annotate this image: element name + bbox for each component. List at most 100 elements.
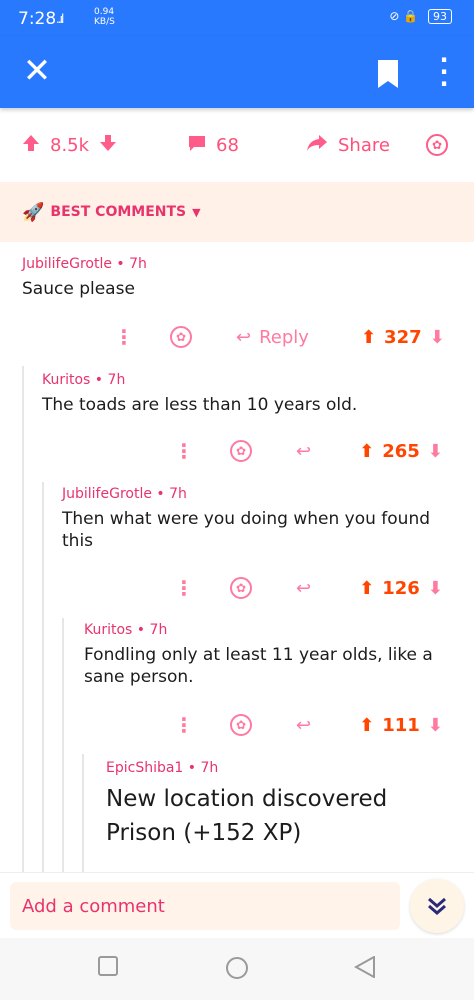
chevron-down-icon: ▼ — [192, 205, 201, 219]
status-time: 7:28 — [18, 9, 57, 29]
reply-button[interactable]: ↩ — [296, 578, 311, 599]
thread-line — [42, 482, 44, 872]
post-actions: 8.5k 68 Share ✿ — [0, 108, 474, 182]
comment-meta: Kuritos • 7h — [42, 372, 126, 388]
downvote-icon[interactable]: ⬇ — [428, 578, 443, 599]
double-chevron-down-icon[interactable] — [410, 879, 464, 933]
more-vertical-icon[interactable]: ⋮ — [174, 713, 194, 737]
comment-author[interactable]: EpicShiba1 — [106, 760, 183, 776]
share-label: Share — [338, 134, 390, 156]
downvote-icon[interactable]: ⬇ — [428, 441, 443, 462]
award-icon[interactable]: ✿ — [230, 714, 252, 736]
award-icon[interactable]: ✿ — [230, 440, 252, 462]
downvote-icon[interactable] — [99, 134, 117, 157]
back-icon[interactable] — [353, 955, 376, 984]
thread-line — [82, 754, 84, 872]
battery-icon: 93 — [428, 9, 452, 24]
more-vertical-icon[interactable]: ⋮ — [174, 576, 194, 600]
upvote-icon[interactable]: ⬆ — [359, 715, 374, 736]
system-nav-bar — [0, 938, 474, 1000]
comment-time: 7h — [129, 256, 147, 272]
comment-author[interactable]: JubilifeGrotle — [22, 256, 112, 272]
status-bar: 7:28 ..ıl 0.94 KB/S ⊘ 🔒 93 — [0, 0, 474, 36]
vote-score: 126 — [382, 577, 420, 599]
status-icons: ⊘ 🔒 93 — [389, 9, 452, 24]
comment-body: Fondling only at least 11 year olds, lik… — [84, 645, 433, 687]
reply-button[interactable]: ↩ Reply — [236, 327, 309, 348]
comment-actions: ⋮ ✿ ↩ Reply ⬆ 327 ⬇ — [114, 322, 458, 352]
recents-icon[interactable] — [98, 956, 118, 982]
comment: Kuritos • 7h The toads are less than 10 … — [42, 372, 462, 416]
comment-author[interactable]: Kuritos — [42, 372, 90, 388]
vote-score: 265 — [382, 440, 420, 462]
comment-time: 7h — [169, 486, 187, 502]
sort-bar[interactable]: 🚀 BEST COMMENTS ▼ — [0, 182, 474, 242]
comment-body: Then what were you doing when you found … — [62, 509, 431, 551]
signal-icon: ..ıl — [56, 12, 64, 26]
comment-actions: ⋮ ✿ ↩ ⬆ 111 ⬇ — [174, 710, 458, 740]
vote-group: ⬆ 265 ⬇ — [359, 441, 443, 462]
reply-button[interactable]: ↩ — [296, 715, 311, 736]
vote-group: ⬆ 126 ⬇ — [359, 578, 443, 599]
upvote-icon[interactable]: ⬆ — [359, 578, 374, 599]
comments-group[interactable]: 68 — [188, 134, 239, 157]
sort-label: BEST COMMENTS — [50, 204, 187, 220]
status-right-icons: ⊘ 🔒 — [389, 9, 419, 23]
comment-body: New location discovered Prison (+152 XP) — [106, 786, 388, 846]
comment: EpicShiba1 • 7h New location discovered … — [106, 760, 456, 850]
vote-score: 111 — [382, 714, 420, 736]
thread-line — [22, 366, 24, 872]
reply-icon: ↩ — [296, 440, 312, 462]
award-icon[interactable]: ✿ — [170, 326, 192, 348]
vote-score: 327 — [384, 326, 422, 348]
more-vertical-icon[interactable]: · · · — [434, 48, 454, 96]
reply-button[interactable]: ↩ — [296, 441, 311, 462]
award-icon[interactable]: ✿ — [230, 577, 252, 599]
vote-group: ⬆ 111 ⬇ — [359, 715, 443, 736]
vote-group: 8.5k — [22, 134, 117, 157]
comment-meta: JubilifeGrotle • 7h — [62, 486, 187, 502]
comment-actions: ⋮ ✿ ↩ ⬆ 265 ⬇ — [174, 436, 458, 466]
comment-time: 7h — [149, 622, 168, 638]
comment-actions: ⋮ ✿ ↩ ⬆ 126 ⬇ — [174, 573, 458, 603]
comment-body: Sauce please — [22, 279, 135, 299]
award-button[interactable]: ✿ — [426, 134, 448, 156]
comment-time: 7h — [107, 372, 126, 388]
comment-meta: Kuritos • 7h — [84, 622, 168, 638]
comment-meta: EpicShiba1 • 7h — [106, 760, 219, 776]
app-bar: ✕ · · · — [0, 36, 474, 108]
thread-line — [62, 618, 64, 872]
add-comment-input[interactable]: Add a comment — [10, 882, 400, 930]
comment-icon — [188, 134, 206, 157]
reply-icon: ↩ — [236, 326, 252, 348]
rocket-icon: 🚀 — [22, 201, 45, 223]
upvote-icon[interactable]: ⬆ — [361, 327, 376, 348]
comment-time: 7h — [200, 760, 219, 776]
comments-count: 68 — [216, 134, 239, 156]
downvote-icon[interactable]: ⬇ — [430, 327, 445, 348]
network-speed-unit: KB/S — [94, 17, 115, 27]
upvote-icon[interactable]: ⬆ — [359, 441, 374, 462]
comment-author[interactable]: Kuritos — [84, 622, 132, 638]
downvote-icon[interactable]: ⬇ — [428, 715, 443, 736]
comment: Kuritos • 7h Fondling only at least 11 y… — [84, 622, 454, 688]
comment-meta: JubilifeGrotle • 7h — [22, 256, 147, 272]
award-icon: ✿ — [426, 134, 448, 156]
reply-icon: ↩ — [296, 577, 312, 599]
reply-label: Reply — [259, 326, 309, 348]
reply-icon: ↩ — [296, 714, 312, 736]
close-icon[interactable]: ✕ — [22, 54, 52, 88]
share-icon — [306, 134, 328, 157]
home-icon[interactable] — [225, 956, 249, 986]
comment-author[interactable]: JubilifeGrotle — [62, 486, 152, 502]
bookmark-icon[interactable] — [376, 60, 400, 88]
network-speed-value: 0.94 — [94, 7, 115, 17]
more-vertical-icon[interactable]: ⋮ — [114, 325, 134, 349]
upvote-icon[interactable] — [22, 134, 40, 157]
network-speed: 0.94 KB/S — [94, 7, 115, 27]
more-vertical-icon[interactable]: ⋮ — [174, 439, 194, 463]
composer-bar: Add a comment — [0, 872, 474, 938]
upvote-count: 8.5k — [50, 134, 90, 156]
comment: JubilifeGrotle • 7h Sauce please — [22, 256, 462, 300]
share-button[interactable]: Share — [306, 134, 390, 157]
